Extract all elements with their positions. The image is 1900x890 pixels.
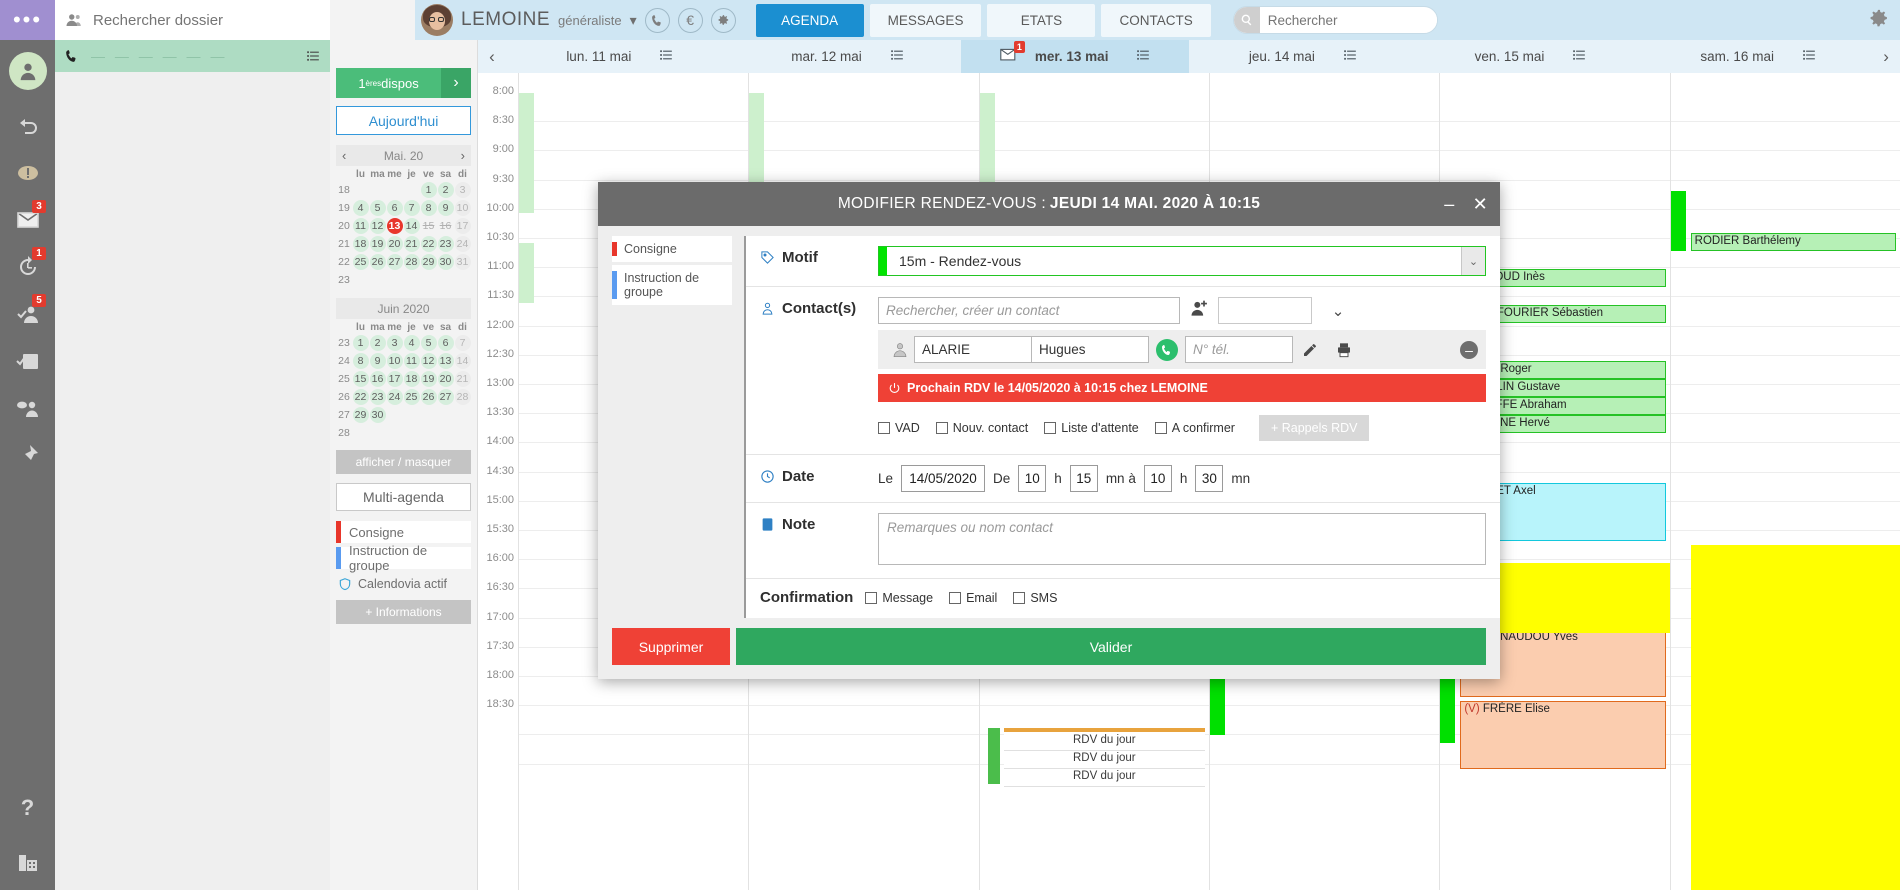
modal-tag-list: Consigne Instruction de groupe	[612, 236, 732, 618]
contact-checkbox-row: VAD Nouv. contact Liste d'attente A conf…	[878, 415, 1486, 444]
remove-contact-icon[interactable]: –	[1460, 340, 1478, 359]
tag-icon	[761, 251, 774, 264]
motif-color-swatch	[879, 247, 887, 275]
modal-window-controls: – ✕	[1444, 195, 1488, 213]
row-contacts: Contact(s) ⌄	[746, 287, 1500, 455]
contact-lastname-input[interactable]	[914, 336, 1032, 363]
edit-contact-icon[interactable]	[1293, 342, 1327, 358]
contact-row: –	[878, 330, 1486, 369]
tag-color-instruction	[612, 271, 617, 299]
checkbox-message-box[interactable]	[865, 591, 878, 604]
modal-form: Motif 15m - Rendez-vous ⌄ Contact(s) Rec…	[744, 236, 1500, 618]
contacts-body: ⌄	[878, 297, 1486, 444]
tag-instruction-groupe[interactable]: Instruction de groupe	[612, 265, 732, 305]
end-hour-input[interactable]	[1143, 465, 1172, 492]
power-icon	[889, 382, 900, 393]
checkbox-nouv-contact-label: Nouv. contact	[952, 421, 1029, 435]
chevron-down-icon[interactable]: ⌄	[1461, 247, 1485, 275]
call-contact-icon[interactable]	[1156, 338, 1178, 361]
contact-type-select[interactable]	[1218, 297, 1312, 324]
close-icon[interactable]: ✕	[1473, 195, 1488, 213]
print-contact-icon[interactable]	[1327, 342, 1361, 358]
modal-footer: Supprimer Valider	[598, 618, 1500, 679]
checkbox-vad[interactable]: VAD	[878, 421, 920, 435]
start-hour-unit: h	[1054, 471, 1062, 486]
contact-search-line: ⌄	[878, 297, 1486, 324]
checkbox-vad-box[interactable]	[878, 422, 890, 434]
end-hour-unit: h	[1179, 471, 1188, 486]
add-contact-icon[interactable]	[1189, 299, 1209, 322]
contact-expand-chevron-icon[interactable]: ⌄	[1321, 298, 1355, 324]
checkbox-vad-label: VAD	[895, 421, 920, 435]
checkbox-a-confirmer[interactable]: A confirmer	[1154, 421, 1235, 435]
date-le-label: Le	[878, 471, 894, 486]
tag-color-consigne	[612, 242, 617, 256]
checkbox-sms[interactable]: SMS	[1013, 591, 1057, 605]
modal-overlay: MODIFIER RENDEZ-VOUS : JEUDI 14 MAI. 202…	[0, 0, 1900, 890]
modal-body: Consigne Instruction de groupe Motif 15m…	[598, 226, 1500, 618]
checkbox-email[interactable]: Email	[949, 591, 997, 605]
checkbox-message-label: Message	[882, 590, 934, 605]
start-hour-input[interactable]	[1018, 465, 1047, 492]
note-label: Note	[782, 516, 816, 533]
note-icon	[762, 518, 773, 531]
checkbox-email-label: Email	[966, 590, 998, 605]
tag-consigne[interactable]: Consigne	[612, 236, 732, 262]
contact-phone-input[interactable]	[1185, 336, 1293, 363]
motif-label-group: Motif	[760, 246, 878, 266]
end-minute-input[interactable]	[1195, 465, 1224, 492]
checkbox-sms-box[interactable]	[1013, 591, 1026, 604]
motif-label: Motif	[782, 249, 818, 266]
checkbox-message[interactable]: Message	[865, 591, 933, 605]
note-label-group: Note	[760, 513, 878, 533]
tag-label-consigne: Consigne	[624, 242, 677, 256]
edit-appointment-modal: MODIFIER RENDEZ-VOUS : JEUDI 14 MAI. 202…	[598, 182, 1500, 679]
checkbox-liste-attente[interactable]: Liste d'attente	[1044, 421, 1139, 435]
date-input[interactable]	[901, 465, 986, 492]
checkbox-a-confirmer-label: A confirmer	[1171, 421, 1235, 435]
modal-title-bar: MODIFIER RENDEZ-VOUS : JEUDI 14 MAI. 202…	[598, 182, 1500, 226]
mn-label: mn	[1231, 471, 1251, 486]
tag-label-instruction: Instruction de groupe	[624, 271, 700, 299]
note-body	[878, 513, 1486, 568]
validate-button[interactable]: Valider	[736, 628, 1486, 665]
row-motif: Motif 15m - Rendez-vous ⌄	[746, 236, 1500, 287]
motif-value: 15m - Rendez-vous	[899, 253, 1022, 269]
next-appointment-alert: Prochain RDV le 14/05/2020 à 10:15 chez …	[878, 374, 1486, 402]
add-reminders-button[interactable]: + Rappels RDV	[1258, 415, 1370, 441]
mn-a-label: mn à	[1105, 471, 1136, 486]
modal-title-prefix: MODIFIER RENDEZ-VOUS :	[837, 195, 1046, 212]
checkbox-liste-attente-box[interactable]	[1044, 422, 1057, 434]
row-note: Note	[746, 503, 1500, 579]
application-root: ••• 3 1 5 ? Rechercher dossier — — — — —…	[0, 0, 1900, 890]
checkbox-nouv-contact-box[interactable]	[935, 422, 948, 434]
note-textarea[interactable]	[878, 513, 1486, 565]
contact-search-input[interactable]	[878, 297, 1180, 324]
contacts-label: Contact(s)	[782, 300, 857, 317]
clock-icon	[761, 470, 774, 483]
checkbox-nouv-contact[interactable]: Nouv. contact	[935, 421, 1029, 435]
checkbox-email-box[interactable]	[949, 591, 962, 604]
confirmation-label: Confirmation	[760, 589, 854, 606]
minimize-icon[interactable]: –	[1444, 195, 1454, 213]
motif-select[interactable]: 15m - Rendez-vous ⌄	[878, 246, 1486, 276]
date-label-group: Date	[760, 465, 878, 485]
row-confirmation: Confirmation Message Email SMS	[746, 579, 1500, 618]
contacts-label-group: Contact(s)	[760, 297, 878, 317]
checkbox-a-confirmer-box[interactable]	[1154, 422, 1167, 434]
date-label: Date	[782, 468, 815, 485]
contact-firstname-input[interactable]	[1031, 336, 1149, 363]
motif-body: 15m - Rendez-vous ⌄	[878, 246, 1486, 276]
date-de-label: De	[993, 471, 1011, 486]
row-date: Date Le De h mn à h	[746, 455, 1500, 503]
contact-avatar-icon	[886, 341, 914, 359]
start-minute-input[interactable]	[1069, 465, 1098, 492]
date-body: Le De h mn à h mn	[878, 465, 1486, 492]
contact-icon	[762, 302, 773, 315]
modal-title-datetime: JEUDI 14 MAI. 2020 À 10:15	[1049, 195, 1261, 212]
delete-button[interactable]: Supprimer	[612, 628, 730, 665]
next-appointment-text: Prochain RDV le 14/05/2020 à 10:15 chez …	[907, 381, 1208, 395]
checkbox-sms-label: SMS	[1030, 590, 1058, 605]
checkbox-liste-attente-label: Liste d'attente	[1061, 421, 1139, 435]
